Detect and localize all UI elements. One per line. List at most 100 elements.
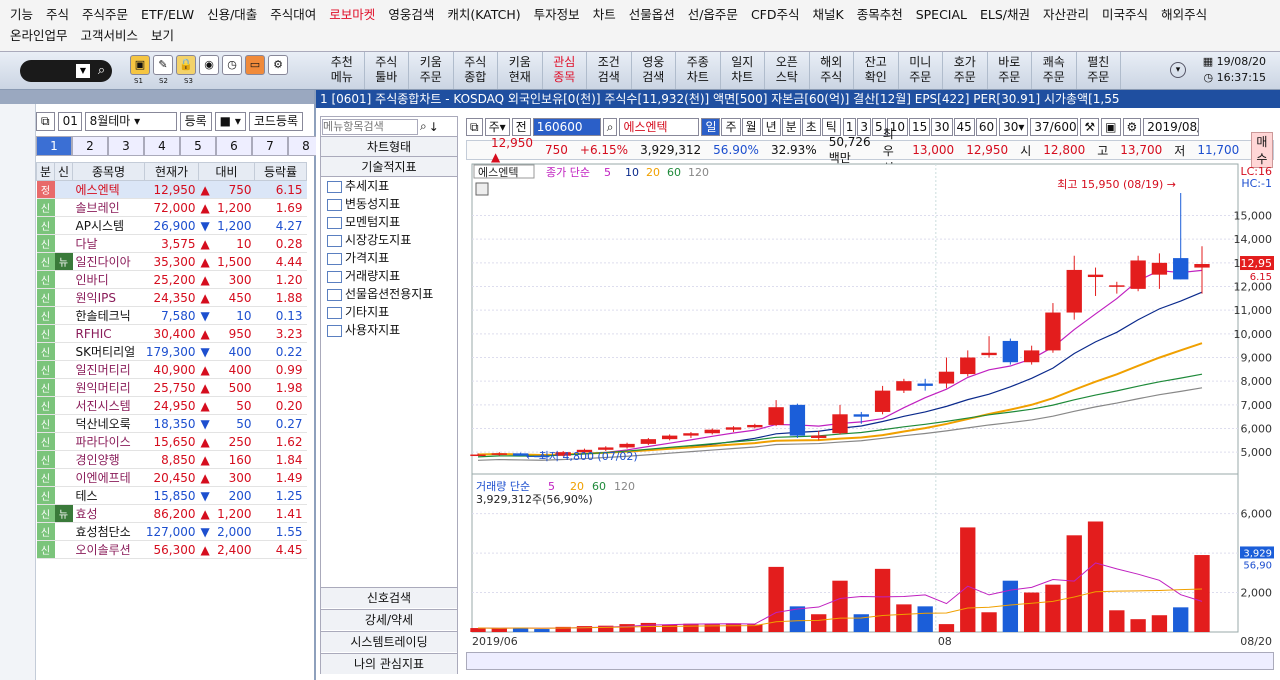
period-button[interactable]: 월: [741, 118, 761, 136]
toolbar-button[interactable]: 미니 주문: [899, 52, 943, 89]
gear-icon[interactable]: ⚙: [1122, 118, 1142, 136]
watchlist-tab[interactable]: 7: [252, 136, 288, 156]
toolbar-button[interactable]: 키움 현재: [498, 52, 543, 89]
table-row[interactable]: 신 솔브레인 72,000 ▲ 1,200 1.69: [36, 198, 307, 217]
column-header[interactable]: 신: [54, 162, 73, 181]
search-icon[interactable]: ⌕: [93, 63, 110, 79]
period-button[interactable]: 분: [781, 118, 801, 136]
toolbar-button[interactable]: 키움 주문: [409, 52, 454, 89]
stock-name[interactable]: 효성첨단소: [72, 522, 145, 541]
stock-name[interactable]: AP시스템: [72, 216, 145, 235]
toolbar-button[interactable]: 영웅 검색: [632, 52, 676, 89]
stock-name[interactable]: 다날: [72, 234, 145, 253]
stock-name[interactable]: 효성: [72, 504, 145, 523]
toolbar-button[interactable]: 주식 툴바: [365, 52, 409, 89]
stock-name[interactable]: 인바디: [72, 270, 145, 289]
table-row[interactable]: 신 SK머티리얼 179,300 ▼ 400 0.22: [36, 342, 307, 361]
period-button[interactable]: 초: [801, 118, 821, 136]
gear-icon[interactable]: ⚙: [268, 55, 288, 75]
stock-name[interactable]: RFHIC: [72, 324, 145, 343]
toolbar-button[interactable]: 주식 종합: [454, 52, 498, 89]
period-button[interactable]: 일: [701, 118, 721, 136]
column-header[interactable]: 종목명: [72, 162, 145, 181]
menu-item[interactable]: 주식대여: [270, 4, 316, 25]
toolbar-button[interactable]: 펼친 주문: [1077, 52, 1121, 89]
toolbar-dropdown-icon[interactable]: ▾: [1170, 62, 1186, 78]
prev-button[interactable]: 전: [511, 118, 531, 136]
table-row[interactable]: 신 인바디 25,200 ▲ 300 1.20: [36, 270, 307, 289]
column-header[interactable]: 등락률: [254, 162, 307, 181]
toolbar-button[interactable]: 잔고 확인: [854, 52, 899, 89]
table-row[interactable]: 신 일진머티리 40,900 ▲ 400 0.99: [36, 360, 307, 379]
table-row[interactable]: 신 덕산네오룩 18,350 ▼ 50 0.27: [36, 414, 307, 433]
toolbar-button[interactable]: 오픈 스탁: [765, 52, 810, 89]
menu-item[interactable]: CFD주식: [751, 4, 800, 25]
toolbar-button[interactable]: 바로 주문: [988, 52, 1032, 89]
search-icon[interactable]: ⌕: [602, 118, 618, 136]
save-icon[interactable]: ▣: [130, 55, 150, 75]
watchlist-tab[interactable]: 6: [216, 136, 252, 156]
indicator-folder[interactable]: 가격지표: [321, 249, 457, 267]
indicator-folder[interactable]: 선물옵션전용지표: [321, 285, 457, 303]
toolbar-button[interactable]: 조건 검색: [587, 52, 632, 89]
menu-item[interactable]: SPECIAL: [916, 4, 967, 25]
stock-name[interactable]: 오이솔루션: [72, 540, 145, 559]
column-header[interactable]: 현재가: [144, 162, 199, 181]
tools-icon[interactable]: ⚒: [1080, 118, 1100, 136]
table-row[interactable]: 신 한솔테크닉 7,580 ▼ 10 0.13: [36, 306, 307, 325]
chevron-down-icon[interactable]: ▼: [76, 64, 90, 78]
stock-name[interactable]: 이엔에프테: [72, 468, 145, 487]
table-row[interactable]: 신 오이솔루션 56,300 ▲ 2,400 4.45: [36, 540, 307, 559]
register-button[interactable]: 등록: [179, 112, 212, 131]
table-row[interactable]: 신 AP시스템 26,900 ▼ 1,200 4.27: [36, 216, 307, 235]
save-icon[interactable]: ▣: [1101, 118, 1121, 136]
menu-item[interactable]: 선물옵션: [629, 4, 675, 25]
indicator-footer-button[interactable]: 시스템트레이딩: [321, 631, 457, 652]
layout-icon[interactable]: ⧉: [466, 118, 483, 136]
period-button[interactable]: 주: [721, 118, 741, 136]
toolbar-button[interactable]: 일지 차트: [721, 52, 765, 89]
code-register-button[interactable]: 코드등록: [248, 112, 304, 131]
table-row[interactable]: 신 다날 3,575 ▲ 10 0.28: [36, 234, 307, 253]
lock-icon[interactable]: 🔒: [176, 55, 196, 75]
table-row[interactable]: 신 RFHIC 30,400 ▲ 950 3.23: [36, 324, 307, 343]
menu-item[interactable]: 기능: [10, 4, 33, 25]
watchlist-tab[interactable]: 5: [180, 136, 216, 156]
column-header[interactable]: 분: [36, 162, 55, 181]
toolbar-button[interactable]: 쾌속 주문: [1032, 52, 1077, 89]
panel-icon[interactable]: ⧉: [36, 112, 55, 131]
menu-item[interactable]: 보기: [151, 25, 174, 46]
stock-name[interactable]: 원익머티리: [72, 378, 145, 397]
menu-item[interactable]: 영웅검색: [388, 4, 434, 25]
indicator-folder[interactable]: 거래량지표: [321, 267, 457, 285]
menu-item[interactable]: 주식: [46, 4, 69, 25]
period-button[interactable]: 틱: [821, 118, 841, 136]
tech-indicator-header[interactable]: 기술적지표: [321, 157, 457, 177]
indicator-folder[interactable]: 변동성지표: [321, 195, 457, 213]
menu-item[interactable]: 자산관리: [1043, 4, 1089, 25]
stock-name[interactable]: SK머티리얼: [72, 342, 145, 361]
table-row[interactable]: 신 원익머티리 25,750 ▲ 500 1.98: [36, 378, 307, 397]
menu-item[interactable]: 고객서비스: [81, 25, 139, 46]
menu-item[interactable]: 선/옵주문: [688, 4, 738, 25]
interval-button[interactable]: 15: [908, 118, 931, 136]
interval-button[interactable]: 30: [931, 118, 953, 136]
table-row[interactable]: 신 테스 15,850 ▼ 200 1.25: [36, 486, 307, 505]
price-chart[interactable]: 15,00014,00013,00012,00011,00010,0009,00…: [466, 162, 1274, 652]
clock-icon[interactable]: ◷: [222, 55, 242, 75]
period-button[interactable]: 년: [761, 118, 781, 136]
indicator-folder[interactable]: 모멘텀지표: [321, 213, 457, 231]
stock-name[interactable]: 에스엔텍: [72, 180, 145, 199]
stock-name[interactable]: 일진다이아: [72, 252, 145, 271]
indicator-footer-button[interactable]: 신호검색: [321, 587, 457, 608]
watchlist-tab[interactable]: 4: [144, 136, 180, 156]
stock-name[interactable]: 경인양행: [72, 450, 145, 469]
stock-name[interactable]: 솔브레인: [72, 198, 145, 217]
table-row[interactable]: 신 서진시스템 24,950 ▲ 50 0.20: [36, 396, 307, 415]
stock-name[interactable]: 테스: [72, 486, 145, 505]
indicator-folder[interactable]: 시장강도지표: [321, 231, 457, 249]
watchlist-tab[interactable]: 1: [36, 136, 72, 156]
indicator-search-input[interactable]: [322, 118, 418, 135]
group-number[interactable]: 01: [57, 112, 82, 131]
stock-name[interactable]: 파라다이스: [72, 432, 145, 451]
